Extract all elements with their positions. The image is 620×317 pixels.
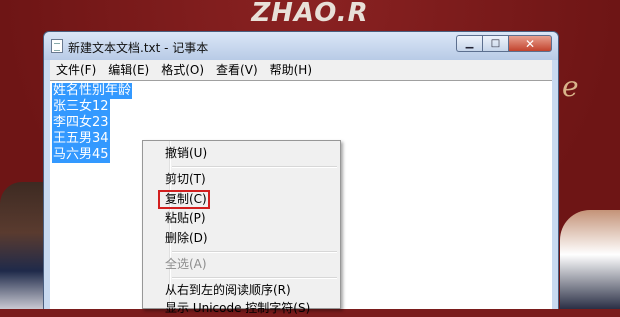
menu-file[interactable]: 文件(F) <box>50 60 102 80</box>
background-watermark: ZHAO.R <box>251 0 369 28</box>
menu-format[interactable]: 格式(O) <box>155 60 210 80</box>
menu-help[interactable]: 帮助(H) <box>264 60 318 80</box>
context-item-undo[interactable]: 撤销(U) <box>165 144 207 162</box>
context-item-paste[interactable]: 粘贴(P) <box>165 209 206 227</box>
background-figure-right <box>560 210 620 309</box>
window-title: 新建文本文档.txt - 记事本 <box>68 41 209 55</box>
copy-highlight-box <box>158 190 210 209</box>
menu-view[interactable]: 查看(V) <box>210 60 264 80</box>
window-controls: ▁ □ ✕ <box>456 35 552 52</box>
maximize-button[interactable]: □ <box>482 35 508 52</box>
context-item-cut[interactable]: 剪切(T) <box>165 170 206 188</box>
minimize-button[interactable]: ▁ <box>456 35 482 52</box>
menu-bar: 文件(F) 编辑(E) 格式(O) 查看(V) 帮助(H) <box>50 60 552 80</box>
text-line[interactable]: 姓名性别年龄 <box>52 83 133 99</box>
context-item-show-unicode[interactable]: 显示 Unicode 控制字符(S) <box>165 299 310 317</box>
background-figure-left <box>0 182 44 309</box>
text-line[interactable]: 王五男34 <box>52 131 110 147</box>
menu-edit[interactable]: 编辑(E) <box>102 60 155 80</box>
background-deco-letter: e <box>562 70 579 103</box>
context-item-select-all: 全选(A) <box>165 257 207 271</box>
context-item-delete[interactable]: 删除(D) <box>165 229 208 247</box>
context-separator <box>172 166 337 168</box>
context-menu: 撤销(U) 剪切(T) 复制(C) 粘贴(P) 删除(D) 全选(A) 从右到左… <box>142 140 341 315</box>
notepad-icon[interactable] <box>51 39 63 53</box>
context-separator <box>172 251 337 253</box>
title-bar[interactable]: 新建文本文档.txt - 记事本 ▁ □ ✕ <box>44 32 558 60</box>
context-item-rtl-reading[interactable]: 从右到左的阅读顺序(R) <box>165 281 291 299</box>
text-line[interactable]: 马六男45 <box>52 147 110 163</box>
close-button[interactable]: ✕ <box>508 35 552 52</box>
context-separator <box>172 277 337 279</box>
text-line[interactable]: 张三女12 <box>52 99 110 115</box>
text-line[interactable]: 李四女23 <box>52 115 110 131</box>
